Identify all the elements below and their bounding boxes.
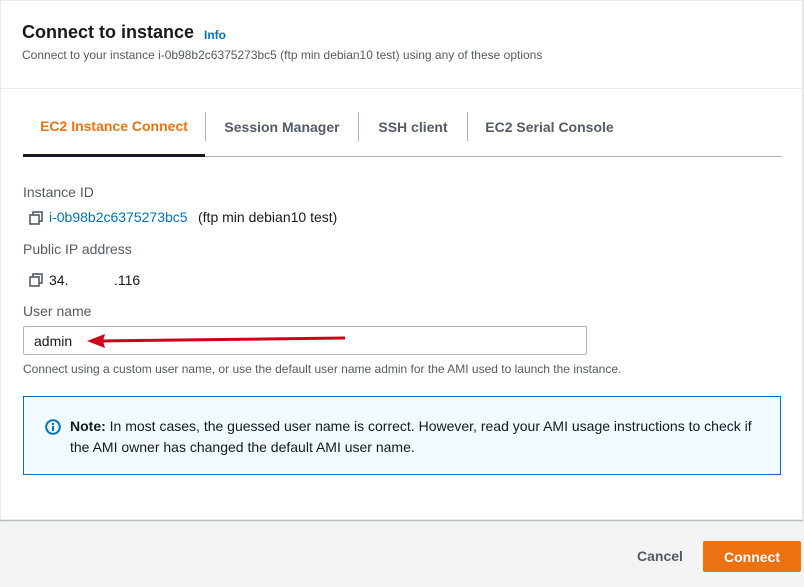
cancel-button[interactable]: Cancel [624,541,696,571]
page-subtitle: Connect to your instance i-0b98b2c637527… [22,48,543,62]
username-hint: Connect using a custom user name, or use… [23,362,622,376]
connection-tabs: EC2 Instance Connect Session Manager SSH… [23,97,782,157]
copy-icon[interactable] [29,211,43,225]
tab-ec2-serial-console[interactable]: EC2 Serial Console [468,97,631,157]
instance-name: (ftp min debian10 test) [198,209,338,225]
alert-message: Note: In most cases, the guessed user na… [70,416,770,458]
tab-ec2-instance-connect[interactable]: EC2 Instance Connect [23,97,205,157]
public-ip-end: .116 [114,272,141,288]
annotation-arrow [87,334,346,348]
public-ip-start: 34. [49,272,69,288]
alert-prefix: Note: [70,418,106,434]
tab-session-manager[interactable]: Session Manager [206,97,358,157]
instance-id-link[interactable]: i-0b98b2c6375273bc5 [49,209,188,225]
public-ip-label: Public IP address [23,241,132,257]
instance-id-label: Instance ID [23,184,94,200]
copy-icon[interactable] [29,273,43,287]
alert-body: In most cases, the guessed user name is … [70,418,752,455]
info-alert: Note: In most cases, the guessed user na… [23,396,781,475]
panel-header: Connect to instance Info Connect to your… [1,1,802,89]
connect-button[interactable]: Connect [703,541,801,572]
info-link[interactable]: Info [204,28,226,42]
username-label: User name [23,303,92,319]
info-circle-icon [45,419,61,435]
tab-ssh-client[interactable]: SSH client [359,97,467,157]
connect-panel: Connect to instance Info Connect to your… [0,0,803,520]
page-title: Connect to instance [22,22,195,42]
